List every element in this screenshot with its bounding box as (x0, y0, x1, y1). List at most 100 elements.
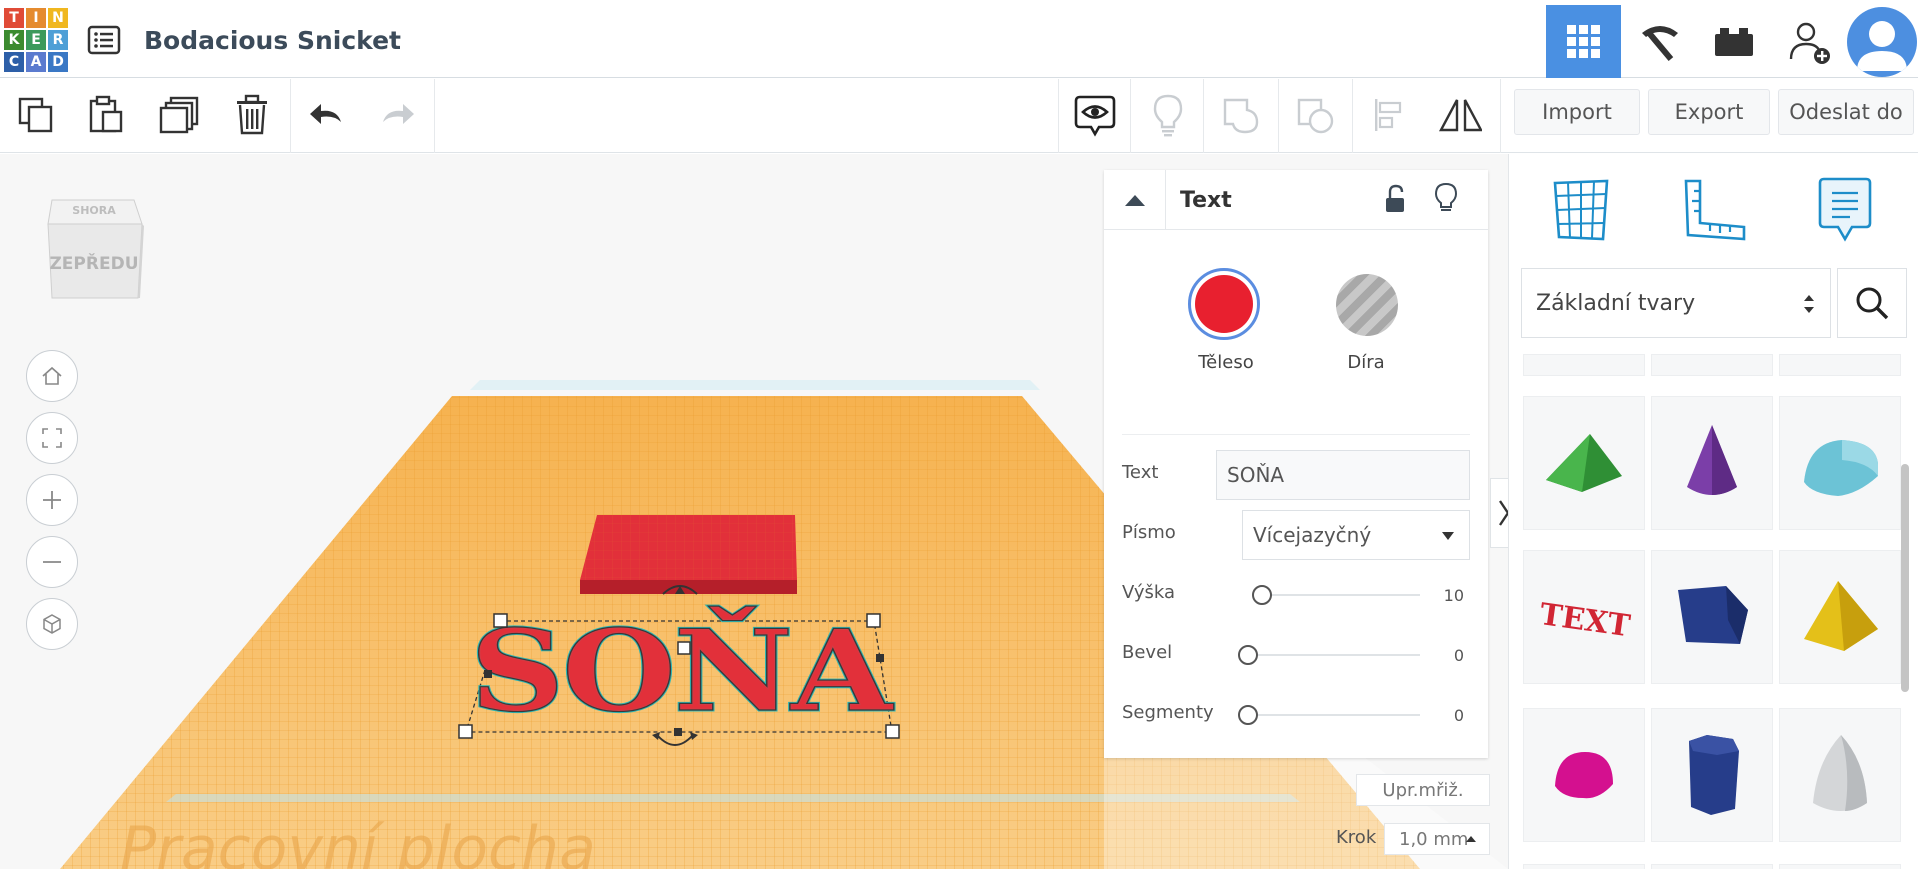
bevel-slider-knob[interactable] (1238, 645, 1258, 665)
shape-tile-pyramid[interactable] (1779, 550, 1901, 684)
design-list-button[interactable] (86, 24, 122, 56)
font-prop-label: Písmo (1122, 522, 1176, 543)
bevel-slider-track[interactable] (1240, 654, 1420, 656)
caret-up-icon (1124, 195, 1145, 206)
shape-tile-half-sphere[interactable] (1523, 708, 1645, 842)
design-view-button[interactable] (1546, 5, 1621, 78)
shape-tile[interactable] (1523, 354, 1645, 376)
shape-tile[interactable] (1779, 864, 1901, 869)
toolbar-divider (1352, 79, 1353, 153)
hint-button[interactable] (1146, 93, 1190, 137)
shape-tile-hex-prism[interactable] (1651, 708, 1773, 842)
step-select[interactable]: 1,0 mm (1384, 823, 1490, 855)
shape-tile-polygon[interactable] (1651, 550, 1773, 684)
mirror-button[interactable] (1438, 93, 1482, 137)
solid-color-swatch[interactable] (1188, 268, 1260, 340)
copy-button[interactable] (14, 93, 58, 137)
inspector-title: Text (1180, 188, 1232, 213)
note-icon (1818, 177, 1872, 242)
logo-letter: A (26, 52, 46, 72)
lock-button[interactable] (1382, 184, 1408, 219)
shape-tile[interactable] (1651, 354, 1773, 376)
height-value: 10 (1443, 586, 1464, 605)
inspector-header: Text (1104, 170, 1488, 230)
group-icon (1223, 98, 1259, 134)
shape-search-button[interactable] (1837, 268, 1907, 338)
search-icon (1856, 287, 1889, 320)
align-button[interactable] (1368, 93, 1412, 137)
segments-slider-knob[interactable] (1238, 705, 1258, 725)
shape-tile[interactable] (1523, 864, 1645, 869)
invite-user-button[interactable] (1771, 5, 1846, 78)
user-menu-button[interactable] (1846, 5, 1918, 78)
home-view-button[interactable] (26, 350, 78, 402)
font-select[interactable]: Vícejazyčný (1242, 510, 1470, 560)
copy-icon (18, 97, 53, 133)
notes-tool-button[interactable] (1809, 174, 1881, 246)
fit-view-button[interactable] (26, 412, 78, 464)
workplane-label: Pracovní plocha (120, 814, 596, 869)
shape-tile-paraboloid[interactable] (1779, 708, 1901, 842)
zoom-in-button[interactable] (26, 474, 78, 526)
edit-grid-button[interactable]: Upr.mřiž. (1356, 774, 1490, 806)
delete-button[interactable] (230, 93, 274, 137)
shape-tile-wedge[interactable] (1523, 396, 1645, 530)
view-cube-top-label: SHORA (72, 204, 116, 217)
undo-button[interactable] (305, 93, 349, 137)
toolbar-divider (1278, 79, 1279, 153)
view-cube[interactable]: SHORA ZEPŘEDU (44, 194, 144, 302)
logo-letter: E (26, 30, 46, 50)
header-nav (1546, 5, 1918, 78)
inspector-collapse-button[interactable] (1104, 170, 1166, 230)
duplicate-button[interactable] (158, 93, 202, 137)
hole-swatch[interactable] (1336, 274, 1398, 336)
tinkercad-logo[interactable]: T I N K E R C A D (4, 8, 68, 72)
sort-arrows-icon (1804, 295, 1814, 313)
paste-icon (89, 95, 123, 133)
grid-icon (1566, 24, 1600, 58)
toolbar-divider (434, 79, 435, 153)
mirror-icon (1439, 99, 1482, 132)
home-icon (42, 366, 62, 385)
export-button[interactable]: Export (1648, 89, 1770, 135)
send-to-button[interactable]: Odeslat do (1778, 89, 1914, 135)
notes-visibility-button[interactable] (1073, 93, 1117, 137)
shapes-panel: Základní tvary TEXT (1508, 154, 1918, 869)
workplane-tool-button[interactable] (1545, 174, 1617, 246)
top-header: T I N K E R C A D Bodacious Snicket (0, 0, 1918, 78)
font-select-value: Vícejazyčný (1253, 523, 1372, 547)
shapes-scrollbar[interactable] (1901, 464, 1909, 692)
text-input[interactable]: SOŇA (1216, 450, 1470, 500)
bricks-view-button[interactable] (1696, 5, 1771, 78)
ungroup-button[interactable] (1294, 93, 1338, 137)
view-cube-front-label: ZEPŘEDU (49, 254, 139, 274)
logo-letter: D (48, 52, 68, 72)
shape-tile-half-cylinder[interactable] (1779, 396, 1901, 530)
height-slider-knob[interactable] (1252, 585, 1272, 605)
logo-letter: I (26, 8, 46, 28)
shape-library-select[interactable]: Základní tvary (1521, 268, 1831, 338)
zoom-out-button[interactable] (26, 536, 78, 588)
paste-button[interactable] (84, 93, 128, 137)
project-title[interactable]: Bodacious Snicket (144, 26, 401, 55)
redo-button[interactable] (375, 93, 419, 137)
redo-icon (383, 104, 414, 124)
group-button[interactable] (1220, 93, 1264, 137)
shape-tile-text[interactable]: TEXT (1523, 550, 1645, 684)
notes-eye-icon (1074, 95, 1116, 137)
bevel-value: 0 (1453, 646, 1464, 665)
segments-slider-track[interactable] (1240, 714, 1420, 716)
bricks-icon (1714, 27, 1753, 56)
ruler-tool-button[interactable] (1679, 174, 1751, 246)
lightbulb-icon (1153, 94, 1183, 137)
shape-tile-cone[interactable] (1651, 396, 1773, 530)
blocks-view-button[interactable] (1621, 5, 1696, 78)
caret-up-icon (1466, 836, 1476, 842)
import-button[interactable]: Import (1514, 89, 1640, 135)
shape-tile[interactable] (1779, 354, 1901, 376)
logo-letter: C (4, 52, 24, 72)
height-slider-track[interactable] (1254, 594, 1420, 596)
perspective-button[interactable] (26, 598, 78, 650)
shape-tile[interactable] (1651, 864, 1773, 869)
inspector-hint-button[interactable] (1434, 182, 1458, 219)
